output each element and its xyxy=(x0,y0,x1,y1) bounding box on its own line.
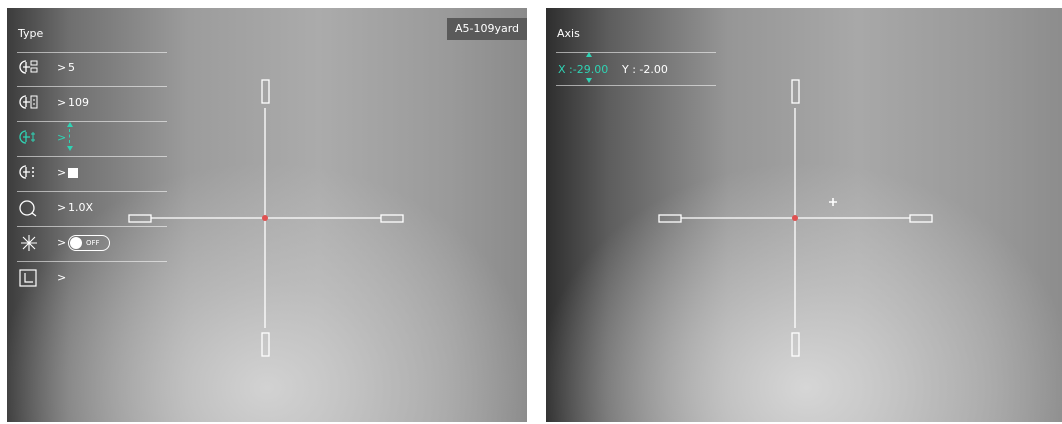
right-thermal-view: Axis X :-29.00 Y : -2.00 xyxy=(546,8,1062,422)
crosshair-reticle xyxy=(128,79,404,357)
left-thermal-view: Type A5-109yard > 5 > 109 > > > 1.0X > O… xyxy=(7,8,527,422)
crosshair-reticle xyxy=(658,79,933,357)
